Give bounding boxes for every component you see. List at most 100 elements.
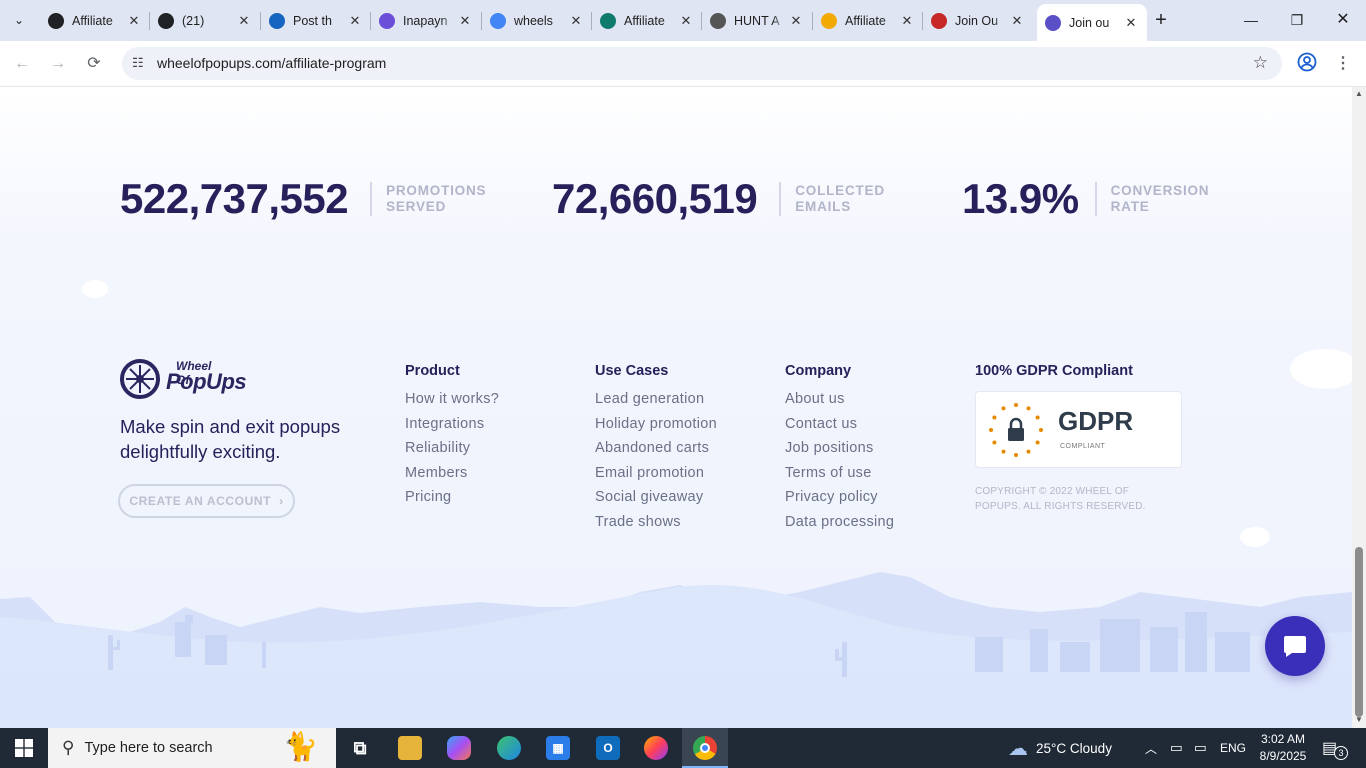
file-explorer-icon[interactable] bbox=[398, 736, 422, 760]
start-button[interactable] bbox=[0, 728, 48, 768]
network-icon[interactable]: ▭ bbox=[1194, 728, 1207, 768]
close-tab-icon[interactable]: ✕ bbox=[236, 13, 252, 29]
tab-title: HUNT A bbox=[734, 13, 780, 28]
footer-link[interactable]: How it works? bbox=[405, 391, 499, 416]
firefox-icon[interactable] bbox=[644, 736, 668, 760]
maximize-button[interactable]: ❐ bbox=[1274, 8, 1320, 32]
taskbar-search-box[interactable]: ⚲ Type here to search 🐈 bbox=[48, 728, 336, 768]
close-tab-icon[interactable]: ✕ bbox=[788, 13, 804, 29]
browser-tab[interactable]: Post th ✕ bbox=[261, 4, 371, 37]
back-button[interactable]: ← bbox=[10, 52, 34, 76]
footer-tagline: Make spin and exit popups delightfully e… bbox=[120, 416, 341, 462]
scroll-down-arrow-icon[interactable]: ▼ bbox=[1355, 715, 1363, 724]
close-tab-icon[interactable]: ✕ bbox=[568, 13, 584, 29]
close-tab-icon[interactable]: ✕ bbox=[899, 13, 915, 29]
footer-link[interactable]: Reliability bbox=[405, 440, 499, 465]
tab-separator bbox=[922, 12, 923, 30]
footer-link[interactable]: Holiday promotion bbox=[595, 416, 717, 441]
create-account-button[interactable]: CREATE AN ACCOUNT › bbox=[118, 484, 295, 518]
footer-link[interactable]: Email promotion bbox=[595, 465, 717, 490]
tab-search-button[interactable]: ⌄ bbox=[7, 8, 31, 32]
chevron-down-icon: ⌄ bbox=[13, 13, 25, 27]
footer-link[interactable]: Social giveaway bbox=[595, 489, 717, 514]
reload-button[interactable]: ⟳ bbox=[82, 52, 106, 76]
footer-link[interactable]: About us bbox=[785, 391, 894, 416]
close-tab-icon[interactable]: ✕ bbox=[457, 13, 473, 29]
language-indicator[interactable]: ENG bbox=[1220, 728, 1246, 768]
tab-separator bbox=[701, 12, 702, 30]
footer-link[interactable]: Members bbox=[405, 465, 499, 490]
browser-tab[interactable]: Join Ou ✕ bbox=[923, 4, 1033, 37]
footer-link[interactable]: Privacy policy bbox=[785, 489, 894, 514]
footer-link[interactable]: Lead generation bbox=[595, 391, 717, 416]
browser-tab[interactable]: Affiliate ✕ bbox=[813, 4, 923, 37]
stat-conversion-rate: 13.9% CONVERSION RATE bbox=[962, 175, 1221, 223]
profile-icon[interactable] bbox=[1295, 52, 1319, 76]
close-tab-icon[interactable]: ✕ bbox=[678, 13, 694, 29]
clock-time: 3:02 AM bbox=[1260, 732, 1306, 746]
footer-link[interactable]: Trade shows bbox=[595, 514, 717, 539]
task-view-icon[interactable]: ⧉ bbox=[348, 736, 372, 760]
stat-value: 522,737,552 bbox=[120, 175, 349, 222]
scroll-up-arrow-icon[interactable]: ▲ bbox=[1355, 89, 1363, 98]
close-tab-icon[interactable]: ✕ bbox=[126, 13, 142, 29]
stat-label: COLLECTED EMAILS bbox=[795, 183, 885, 214]
chrome-taskbar-button[interactable] bbox=[682, 728, 728, 768]
site-info-icon[interactable]: ☷ bbox=[132, 55, 144, 71]
footer-link[interactable]: Data processing bbox=[785, 514, 894, 539]
footer-link[interactable]: Job positions bbox=[785, 440, 894, 465]
footer-link[interactable]: Pricing bbox=[405, 489, 499, 514]
windows-logo-icon bbox=[15, 739, 33, 757]
cat-illustration-icon: 🐈 bbox=[283, 731, 318, 762]
browser-tab[interactable]: (21) ✕ bbox=[150, 4, 260, 37]
b-icon bbox=[158, 12, 174, 29]
browser-tab[interactable]: Affiliate ✕ bbox=[40, 4, 150, 37]
footer-column-heading: Use Cases bbox=[595, 363, 669, 379]
edge-icon[interactable] bbox=[497, 736, 521, 760]
address-bar[interactable]: ☷ wheelofpopups.com/affiliate-program ☆ bbox=[122, 47, 1282, 80]
browser-tab[interactable]: Inapayn ✕ bbox=[371, 4, 481, 37]
footer-link[interactable]: Terms of use bbox=[785, 465, 894, 490]
browser-tab[interactable]: wheels ✕ bbox=[482, 4, 592, 37]
stat-label: CONVERSION RATE bbox=[1110, 183, 1210, 214]
close-tab-icon[interactable]: ✕ bbox=[347, 13, 363, 29]
chat-widget-button[interactable] bbox=[1265, 616, 1325, 676]
show-hidden-icons-icon[interactable]: ︿ bbox=[1145, 728, 1157, 768]
scrollbar-thumb[interactable] bbox=[1355, 547, 1363, 717]
wheel-of-popups-logo[interactable]: Wheel Of PopUps bbox=[120, 359, 247, 399]
shield-icon bbox=[600, 12, 616, 29]
close-window-button[interactable]: ✕ bbox=[1320, 8, 1366, 32]
close-tab-icon[interactable]: ✕ bbox=[1123, 15, 1139, 31]
outlook-icon[interactable]: O bbox=[596, 736, 620, 760]
browser-tab[interactable]: Join ou ✕ bbox=[1037, 4, 1147, 41]
forward-button[interactable]: → bbox=[46, 52, 70, 76]
notification-center-icon[interactable]: ▤ 3 bbox=[1322, 728, 1348, 768]
taskbar-clock[interactable]: 3:02 AM 8/9/2025 bbox=[1258, 731, 1308, 765]
gdpr-stars-icon bbox=[989, 403, 1043, 457]
page-scrollbar[interactable]: ▲ ▼ bbox=[1352, 87, 1366, 728]
weather-widget[interactable]: ☁ 25°C Cloudy bbox=[1008, 728, 1112, 768]
footer-column: Company About us Contact us Job positions Te… bbox=[785, 363, 894, 538]
minimize-button[interactable]: — bbox=[1228, 8, 1274, 32]
bookmark-star-icon[interactable]: ☆ bbox=[1253, 53, 1268, 73]
browser-tab[interactable]: Affiliate ✕ bbox=[592, 4, 702, 37]
page-content: 522,737,552 PROMOTIONS SERVED 72,660,519 … bbox=[0, 87, 1352, 728]
meet-now-icon[interactable]: ▭ bbox=[1170, 728, 1183, 768]
stat-promotions-served: 522,737,552 PROMOTIONS SERVED bbox=[120, 175, 496, 223]
tab-title: Join Ou bbox=[955, 13, 999, 28]
footer-link[interactable]: Contact us bbox=[785, 416, 894, 441]
footer-link[interactable]: Abandoned carts bbox=[595, 440, 717, 465]
windows-taskbar: ⚲ Type here to search 🐈 ⧉ ▦ O ☁ 25°C Clo… bbox=[0, 728, 1366, 768]
browser-tab[interactable]: HUNT A ✕ bbox=[702, 4, 812, 37]
gdpr-badge-title: GDPR bbox=[1058, 406, 1134, 436]
browser-toolbar: ← → ⟳ ☷ wheelofpopups.com/affiliate-prog… bbox=[0, 41, 1366, 87]
new-tab-button[interactable]: + bbox=[1150, 9, 1172, 31]
store-icon[interactable]: ▦ bbox=[546, 736, 570, 760]
close-tab-icon[interactable]: ✕ bbox=[1009, 13, 1025, 29]
footer-link[interactable]: Integrations bbox=[405, 416, 499, 441]
footer-column-heading: Product bbox=[405, 363, 460, 379]
copilot-icon[interactable] bbox=[447, 736, 471, 760]
menu-kebab-icon[interactable]: ⋮ bbox=[1331, 52, 1355, 76]
logo-text-main: PopUps bbox=[166, 369, 247, 394]
chevron-right-icon: › bbox=[279, 494, 284, 508]
